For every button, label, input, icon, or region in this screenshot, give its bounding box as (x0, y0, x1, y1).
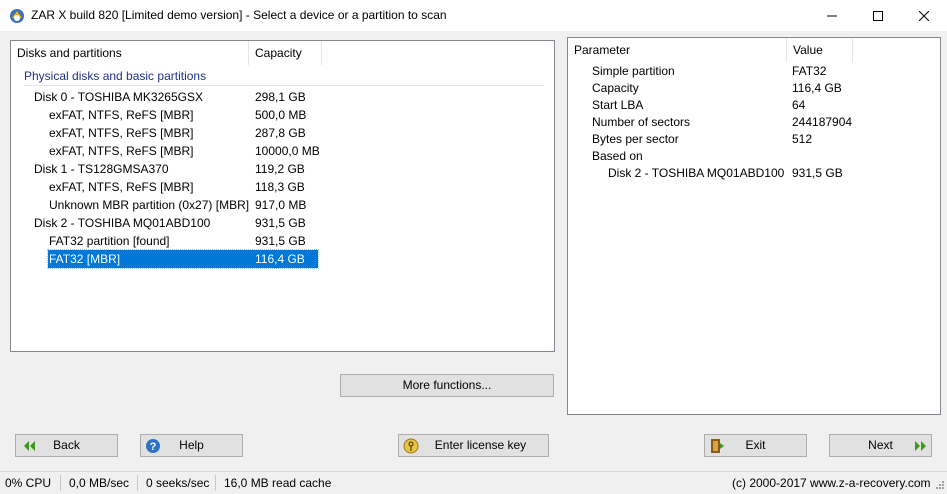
window-title: ZAR X build 820 [Limited demo version] -… (31, 8, 447, 22)
row-capacity: 287,8 GB (255, 126, 306, 140)
row-name: exFAT, NTFS, ReFS [MBR] (49, 144, 194, 158)
disk-row[interactable]: Disk 0 - TOSHIBA MK3265GSX 298,1 GB (11, 88, 321, 106)
row-name: exFAT, NTFS, ReFS [MBR] (49, 108, 194, 122)
group-divider (24, 85, 544, 86)
row-capacity: 298,1 GB (255, 90, 306, 104)
property-row[interactable]: Start LBA 64 (568, 96, 940, 114)
row-name: Disk 0 - TOSHIBA MK3265GSX (34, 90, 203, 104)
property-name: Number of sectors (592, 115, 691, 129)
property-row[interactable]: Simple partition FAT32 (568, 62, 940, 80)
properties-list[interactable]: Parameter Value Simple partition FAT32 Cap… (567, 37, 941, 415)
partition-row[interactable]: FAT32 [MBR] 116,4 GB (47, 249, 319, 269)
partition-row[interactable]: Unknown MBR partition (0x27) [MBR] 917,0 … (11, 196, 321, 214)
help-label: Help (179, 438, 204, 452)
row-capacity: 917,0 MB (255, 198, 307, 212)
row-capacity: 931,5 GB (255, 216, 306, 230)
exit-label: Exit (745, 438, 766, 452)
property-name: Capacity (592, 81, 639, 95)
row-capacity: 116,4 GB (255, 252, 305, 266)
back-button[interactable]: Back (15, 434, 118, 457)
property-value: 116,4 GB (792, 81, 842, 95)
status-cpu: 0% CPU (5, 476, 52, 490)
row-name: Disk 2 - TOSHIBA MQ01ABD100 (34, 216, 211, 230)
property-value: 244187904 (792, 115, 853, 129)
row-capacity: 500,0 MB (255, 108, 307, 122)
resize-grip-icon[interactable] (934, 478, 944, 492)
property-value: FAT32 (792, 64, 827, 78)
group-title: Physical disks and basic partitions (24, 69, 207, 83)
more-functions-label: More functions... (402, 378, 492, 392)
column-header-capacity[interactable]: Capacity (249, 41, 321, 65)
minimize-button[interactable] (809, 0, 855, 31)
disk-row[interactable]: Disk 1 - TS128GMSA370 119,2 GB (11, 160, 321, 178)
row-capacity: 118,3 GB (255, 180, 305, 194)
status-bar: 0% CPU 0,0 MB/sec 0 seeks/sec 16,0 MB re… (0, 471, 947, 494)
row-capacity: 119,2 GB (255, 162, 305, 176)
partition-row[interactable]: exFAT, NTFS, ReFS [MBR] 500,0 MB (11, 106, 321, 124)
column-header-parameter[interactable]: Parameter (568, 38, 786, 62)
status-seeks: 0 seeks/sec (146, 476, 210, 490)
status-speed: 0,0 MB/sec (69, 476, 130, 490)
row-capacity: 931,5 GB (255, 234, 306, 248)
property-name: Simple partition (592, 64, 675, 78)
more-functions-button[interactable]: More functions... (340, 374, 554, 397)
back-label: Back (53, 438, 80, 452)
close-button[interactable] (901, 0, 947, 31)
row-name: FAT32 partition [found] (49, 234, 170, 248)
disk-row[interactable]: Disk 2 - TOSHIBA MQ01ABD100 931,5 GB (11, 214, 321, 232)
property-name: Based on (592, 149, 643, 163)
property-value: 512 (792, 132, 813, 146)
property-value: 931,5 GB (792, 166, 843, 180)
row-name: exFAT, NTFS, ReFS [MBR] (49, 126, 194, 140)
property-value: 64 (792, 98, 806, 112)
title-bar: ZAR X build 820 [Limited demo version] -… (0, 0, 947, 31)
column-header-disks[interactable]: Disks and partitions (11, 41, 248, 65)
property-row[interactable]: Disk 2 - TOSHIBA MQ01ABD100 931,5 GB (568, 164, 940, 182)
property-name: Bytes per sector (592, 132, 679, 146)
partition-row[interactable]: exFAT, NTFS, ReFS [MBR] 287,8 GB (11, 124, 321, 142)
row-name: FAT32 [MBR] (49, 252, 121, 266)
property-row[interactable]: Number of sectors 244187904 (568, 113, 940, 131)
next-arrow-icon (913, 438, 929, 454)
column-header-value[interactable]: Value (787, 38, 852, 62)
help-button[interactable]: ? Help (140, 434, 243, 457)
disks-list[interactable]: Disks and partitions Capacity Physical d… (10, 40, 555, 352)
partition-row[interactable]: exFAT, NTFS, ReFS [MBR] 10000,0 MB (11, 142, 321, 160)
app-icon (9, 8, 25, 24)
status-copyright: (c) 2000-2017 www.z-a-recovery.com (732, 476, 931, 490)
maximize-button[interactable] (855, 0, 901, 31)
row-name: Unknown MBR partition (0x27) [MBR] (49, 198, 250, 212)
property-name: Start LBA (592, 98, 644, 112)
enter-license-key-button[interactable]: Enter license key (398, 434, 549, 457)
row-capacity: 10000,0 MB (255, 144, 320, 158)
row-name: Disk 1 - TS128GMSA370 (34, 162, 169, 176)
property-row[interactable]: Capacity 116,4 GB (568, 79, 940, 97)
property-row[interactable]: Bytes per sector 512 (568, 130, 940, 148)
license-label: Enter license key (434, 438, 527, 452)
exit-button[interactable]: Exit (704, 434, 807, 457)
status-cache: 16,0 MB read cache (224, 476, 332, 490)
partition-row[interactable]: exFAT, NTFS, ReFS [MBR] 118,3 GB (11, 178, 321, 196)
property-name: Disk 2 - TOSHIBA MQ01ABD100 (608, 166, 785, 180)
property-row[interactable]: Based on (568, 147, 940, 165)
row-name: exFAT, NTFS, ReFS [MBR] (49, 180, 194, 194)
partition-row[interactable]: FAT32 partition [found] 931,5 GB (11, 232, 321, 250)
client-area: Disks and partitions Capacity Physical d… (0, 31, 947, 494)
next-button[interactable]: Next (829, 434, 932, 457)
